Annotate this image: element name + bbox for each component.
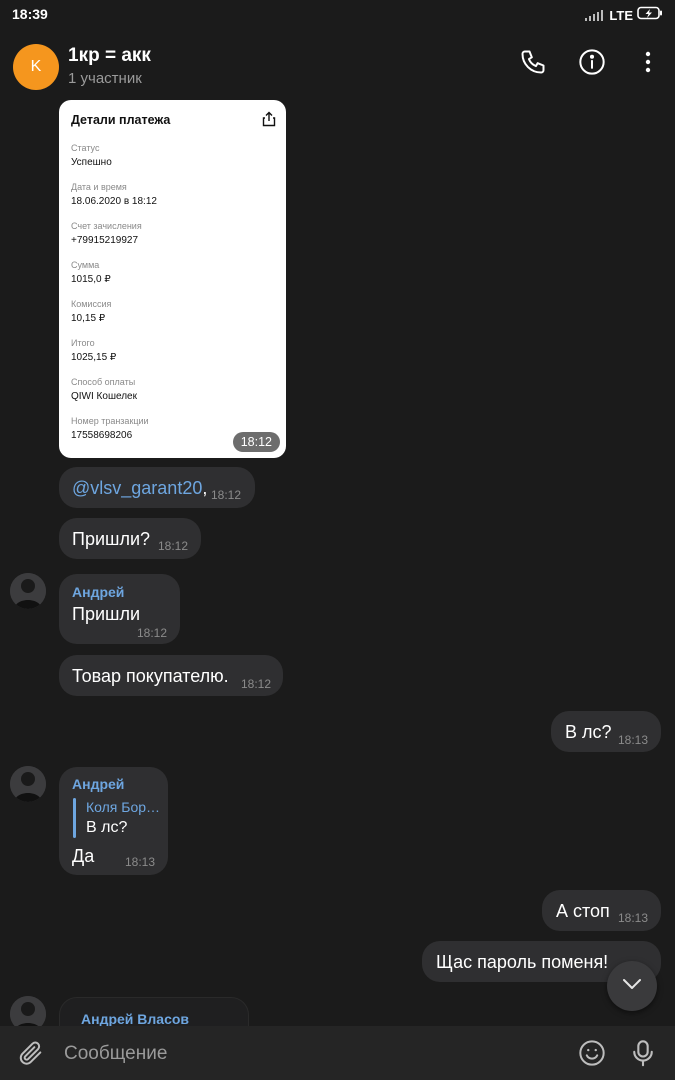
- message-time: 18:12: [211, 488, 242, 502]
- receipt-total-label: Итого: [71, 338, 95, 348]
- chat-title[interactable]: 1кр = акк: [68, 45, 151, 67]
- receipt-total-value: 1025,15 ₽: [71, 352, 117, 363]
- chat-avatar[interactable]: K: [13, 44, 59, 90]
- message-text: Да: [72, 846, 95, 866]
- receipt-transaction-label: Номер транзакции: [71, 416, 149, 426]
- outgoing-message-bubble[interactable]: В лс? 18:13: [551, 711, 661, 752]
- receipt-time: 18:12: [232, 432, 280, 452]
- battery-charging-icon: [637, 6, 663, 25]
- status-icons: LTE: [585, 6, 663, 25]
- reply-author[interactable]: Коля Бор…: [86, 799, 160, 815]
- receipt-title: Детали платежа: [71, 113, 171, 127]
- message-text: Товар покупателю.: [72, 666, 229, 686]
- receipt-account-value: +79915219927: [71, 235, 139, 246]
- sender-name[interactable]: Андрей: [72, 584, 124, 600]
- message-time: 18:12: [158, 539, 189, 553]
- message-text: Пришли: [72, 604, 141, 624]
- message-time: 18:13: [125, 855, 156, 869]
- phone-icon[interactable]: [515, 44, 551, 80]
- message-input[interactable]: Сообщение: [64, 1043, 167, 1065]
- message-time: 18:13: [618, 733, 649, 747]
- message-input-bar: Сообщение: [0, 1026, 675, 1080]
- receipt-amount-value: 1015,0 ₽: [71, 274, 111, 285]
- message-time: 18:12: [137, 626, 168, 640]
- message-bubble[interactable]: Пришли? 18:12: [59, 518, 201, 559]
- sender-name[interactable]: Андрей Власов: [81, 1011, 189, 1027]
- avatar[interactable]: [10, 766, 46, 802]
- message-bubble[interactable]: Товар покупателю. 18:12: [59, 655, 283, 696]
- outgoing-message-bubble[interactable]: А стоп 18:13: [542, 890, 661, 931]
- more-vert-icon[interactable]: [630, 44, 666, 80]
- reply-quote-text: В лс?: [86, 819, 128, 836]
- chat-header: K 1кр = акк 1 участник: [0, 30, 675, 100]
- receipt-fee-label: Комиссия: [71, 299, 112, 309]
- message-bubble[interactable]: Андрей Пришли 18:12: [59, 574, 180, 644]
- avatar[interactable]: [10, 573, 46, 609]
- info-icon[interactable]: [574, 44, 610, 80]
- receipt-amount-label: Сумма: [71, 260, 100, 270]
- payment-receipt-image[interactable]: Детали платежа Статус Успешно Дата и вре…: [59, 100, 286, 458]
- message-time: 18:13: [618, 911, 649, 925]
- status-time: 18:39: [12, 6, 48, 22]
- microphone-icon[interactable]: [630, 1039, 656, 1072]
- chat-subtitle: 1 участник: [68, 70, 142, 87]
- network-label: LTE: [609, 8, 633, 23]
- receipt-transaction-value: 17558698206: [71, 430, 133, 441]
- receipt-status-label: Статус: [71, 143, 100, 153]
- reply-quote-bar: [73, 798, 76, 838]
- attach-icon[interactable]: [17, 1039, 45, 1072]
- share-icon: [262, 111, 276, 132]
- message-text: В лс?: [565, 722, 612, 742]
- sender-name[interactable]: Андрей: [72, 776, 124, 792]
- message-time: 18:12: [241, 677, 272, 691]
- receipt-account-label: Счет зачисления: [71, 221, 142, 231]
- receipt-method-value: QIWI Кошелек: [71, 391, 137, 402]
- message-text: @vlsv_garant20,: [72, 478, 208, 498]
- status-bar: 18:39 LTE: [0, 0, 675, 30]
- message-text: Пришли?: [72, 529, 151, 549]
- scroll-down-button[interactable]: [607, 961, 657, 1011]
- receipt-method-label: Способ оплаты: [71, 377, 136, 387]
- message-text: Щас пароль поменя!: [436, 952, 609, 972]
- message-text: А стоп: [556, 901, 610, 921]
- signal-icon: [585, 10, 604, 21]
- receipt-fee-value: 10,15 ₽: [71, 313, 106, 324]
- message-bubble[interactable]: @vlsv_garant20, 18:12: [59, 467, 255, 508]
- emoji-icon[interactable]: [578, 1039, 606, 1072]
- receipt-datetime-value: 18.06.2020 в 18:12: [71, 196, 157, 207]
- receipt-status-value: Успешно: [71, 157, 112, 168]
- receipt-datetime-label: Дата и время: [71, 182, 127, 192]
- chevron-down-icon: [622, 977, 642, 995]
- mention-link[interactable]: @vlsv_garant20: [72, 478, 202, 498]
